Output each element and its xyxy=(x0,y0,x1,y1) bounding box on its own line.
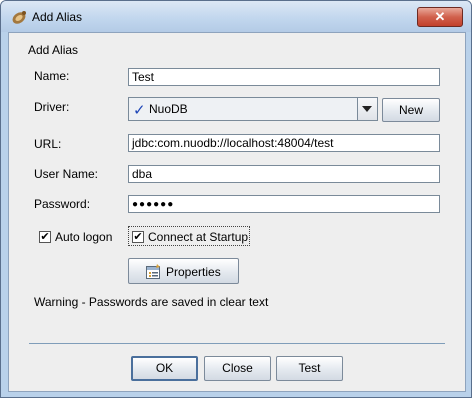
url-label: URL: xyxy=(34,137,62,151)
properties-button-label: Properties xyxy=(166,265,221,279)
driver-label: Driver: xyxy=(34,100,70,114)
title-bar[interactable]: Add Alias ✕ xyxy=(1,1,471,32)
user-name-label: User Name: xyxy=(34,167,99,181)
password-field[interactable]: ●●●●●● xyxy=(128,195,440,213)
url-field[interactable]: jdbc:com.nuodb://localhost:48004/test xyxy=(128,134,440,152)
password-warning: Warning - Passwords are saved in clear t… xyxy=(34,295,269,309)
connect-at-startup-checkbox[interactable]: ✔ xyxy=(132,231,144,243)
name-label: Name: xyxy=(34,69,70,83)
driver-select[interactable]: ✓ NuoDB xyxy=(128,97,378,121)
user-name-field[interactable]: dba xyxy=(128,165,440,183)
window-title: Add Alias xyxy=(32,10,83,24)
new-driver-button[interactable]: New xyxy=(382,98,440,122)
driver-status-check-icon: ✓ xyxy=(133,102,146,119)
properties-button[interactable]: Properties xyxy=(128,258,239,284)
app-icon xyxy=(12,11,26,24)
auto-logon-label: Auto logon xyxy=(55,230,113,244)
properties-icon xyxy=(146,264,160,279)
password-label: Password: xyxy=(34,197,91,211)
chevron-down-icon[interactable] xyxy=(357,98,377,120)
dialog-content: Add Alias Name: Test Driver: ✓ NuoDB New… xyxy=(8,32,466,392)
test-button[interactable]: Test xyxy=(276,356,343,381)
add-alias-dialog: Add Alias ✕ Add Alias Name: Test Driver:… xyxy=(0,0,472,398)
panel-title: Add Alias xyxy=(28,43,79,57)
name-field[interactable]: Test xyxy=(128,68,440,86)
connect-at-startup-label: Connect at Startup xyxy=(148,230,249,244)
driver-select-value: NuoDB xyxy=(149,102,188,116)
auto-logon-checkbox[interactable]: ✔ xyxy=(39,231,51,243)
window-close-button[interactable]: ✕ xyxy=(417,7,463,27)
divider xyxy=(29,343,445,344)
close-button[interactable]: Close xyxy=(204,356,271,381)
ok-button[interactable]: OK xyxy=(131,356,198,381)
